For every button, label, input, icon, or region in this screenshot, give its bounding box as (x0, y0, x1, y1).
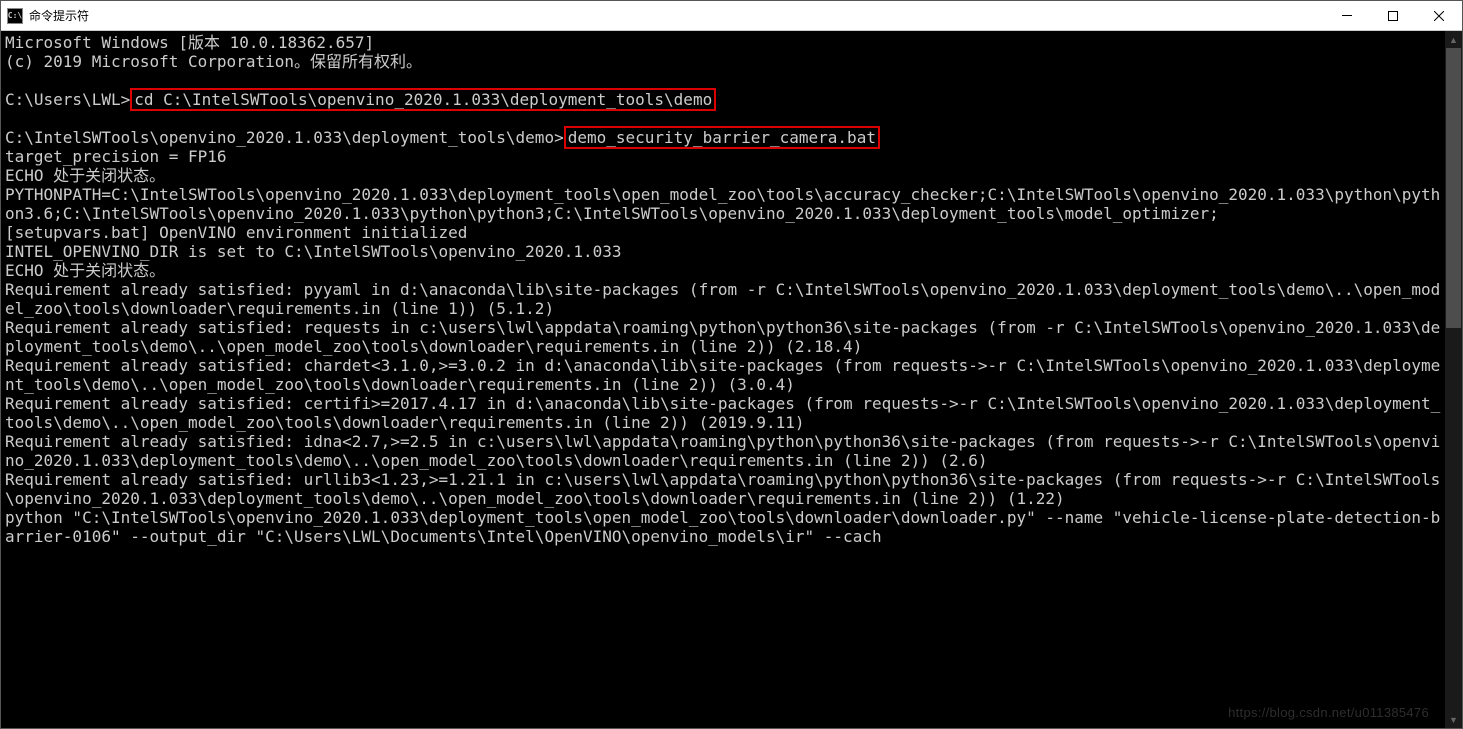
output-line: python "C:\IntelSWTools\openvino_2020.1.… (5, 508, 1440, 546)
scroll-down-arrow-icon[interactable]: ▼ (1445, 711, 1462, 728)
output-line: target_precision = FP16 (5, 147, 227, 166)
prompt-prefix: C:\Users\LWL> (5, 90, 130, 109)
window-title: 命令提示符 (29, 7, 1324, 24)
highlighted-cd-command: cd C:\IntelSWTools\openvino_2020.1.033\d… (130, 88, 716, 111)
output-line: Requirement already satisfied: pyyaml in… (5, 280, 1440, 318)
window-controls (1324, 1, 1462, 30)
terminal-output[interactable]: Microsoft Windows [版本 10.0.18362.657] (c… (1, 31, 1445, 728)
scrollbar-thumb[interactable] (1446, 48, 1461, 328)
cmd-window: C:\ 命令提示符 Microsoft Windows [版本 10.0.183… (0, 0, 1463, 729)
output-line: Requirement already satisfied: certifi>=… (5, 394, 1440, 432)
terminal-wrap: Microsoft Windows [版本 10.0.18362.657] (c… (1, 31, 1462, 728)
maximize-button[interactable] (1370, 1, 1416, 30)
minimize-button[interactable] (1324, 1, 1370, 30)
maximize-icon (1388, 11, 1398, 21)
output-line: ECHO 处于关闭状态。 (5, 166, 165, 185)
prompt-prefix: C:\IntelSWTools\openvino_2020.1.033\depl… (5, 128, 564, 147)
highlighted-bat-command: demo_security_barrier_camera.bat (564, 126, 880, 149)
minimize-icon (1342, 15, 1352, 16)
cmd-icon: C:\ (7, 8, 23, 24)
output-line: ECHO 处于关闭状态。 (5, 261, 165, 280)
output-line: INTEL_OPENVINO_DIR is set to C:\IntelSWT… (5, 242, 622, 261)
header-line: Microsoft Windows [版本 10.0.18362.657] (5, 33, 374, 52)
scroll-up-arrow-icon[interactable]: ▲ (1445, 31, 1462, 48)
output-line: Requirement already satisfied: urllib3<1… (5, 470, 1440, 508)
output-line: Requirement already satisfied: idna<2.7,… (5, 432, 1440, 470)
close-icon (1434, 11, 1444, 21)
output-line: Requirement already satisfied: chardet<3… (5, 356, 1440, 394)
output-line: PYTHONPATH=C:\IntelSWTools\openvino_2020… (5, 185, 1440, 223)
output-line: [setupvars.bat] OpenVINO environment ini… (5, 223, 467, 242)
watermark-text: https://blog.csdn.net/u011385476 (1228, 703, 1429, 722)
titlebar[interactable]: C:\ 命令提示符 (1, 1, 1462, 31)
close-button[interactable] (1416, 1, 1462, 30)
output-line: Requirement already satisfied: requests … (5, 318, 1440, 356)
vertical-scrollbar[interactable]: ▲ ▼ (1445, 31, 1462, 728)
header-line: (c) 2019 Microsoft Corporation。保留所有权利。 (5, 52, 422, 71)
